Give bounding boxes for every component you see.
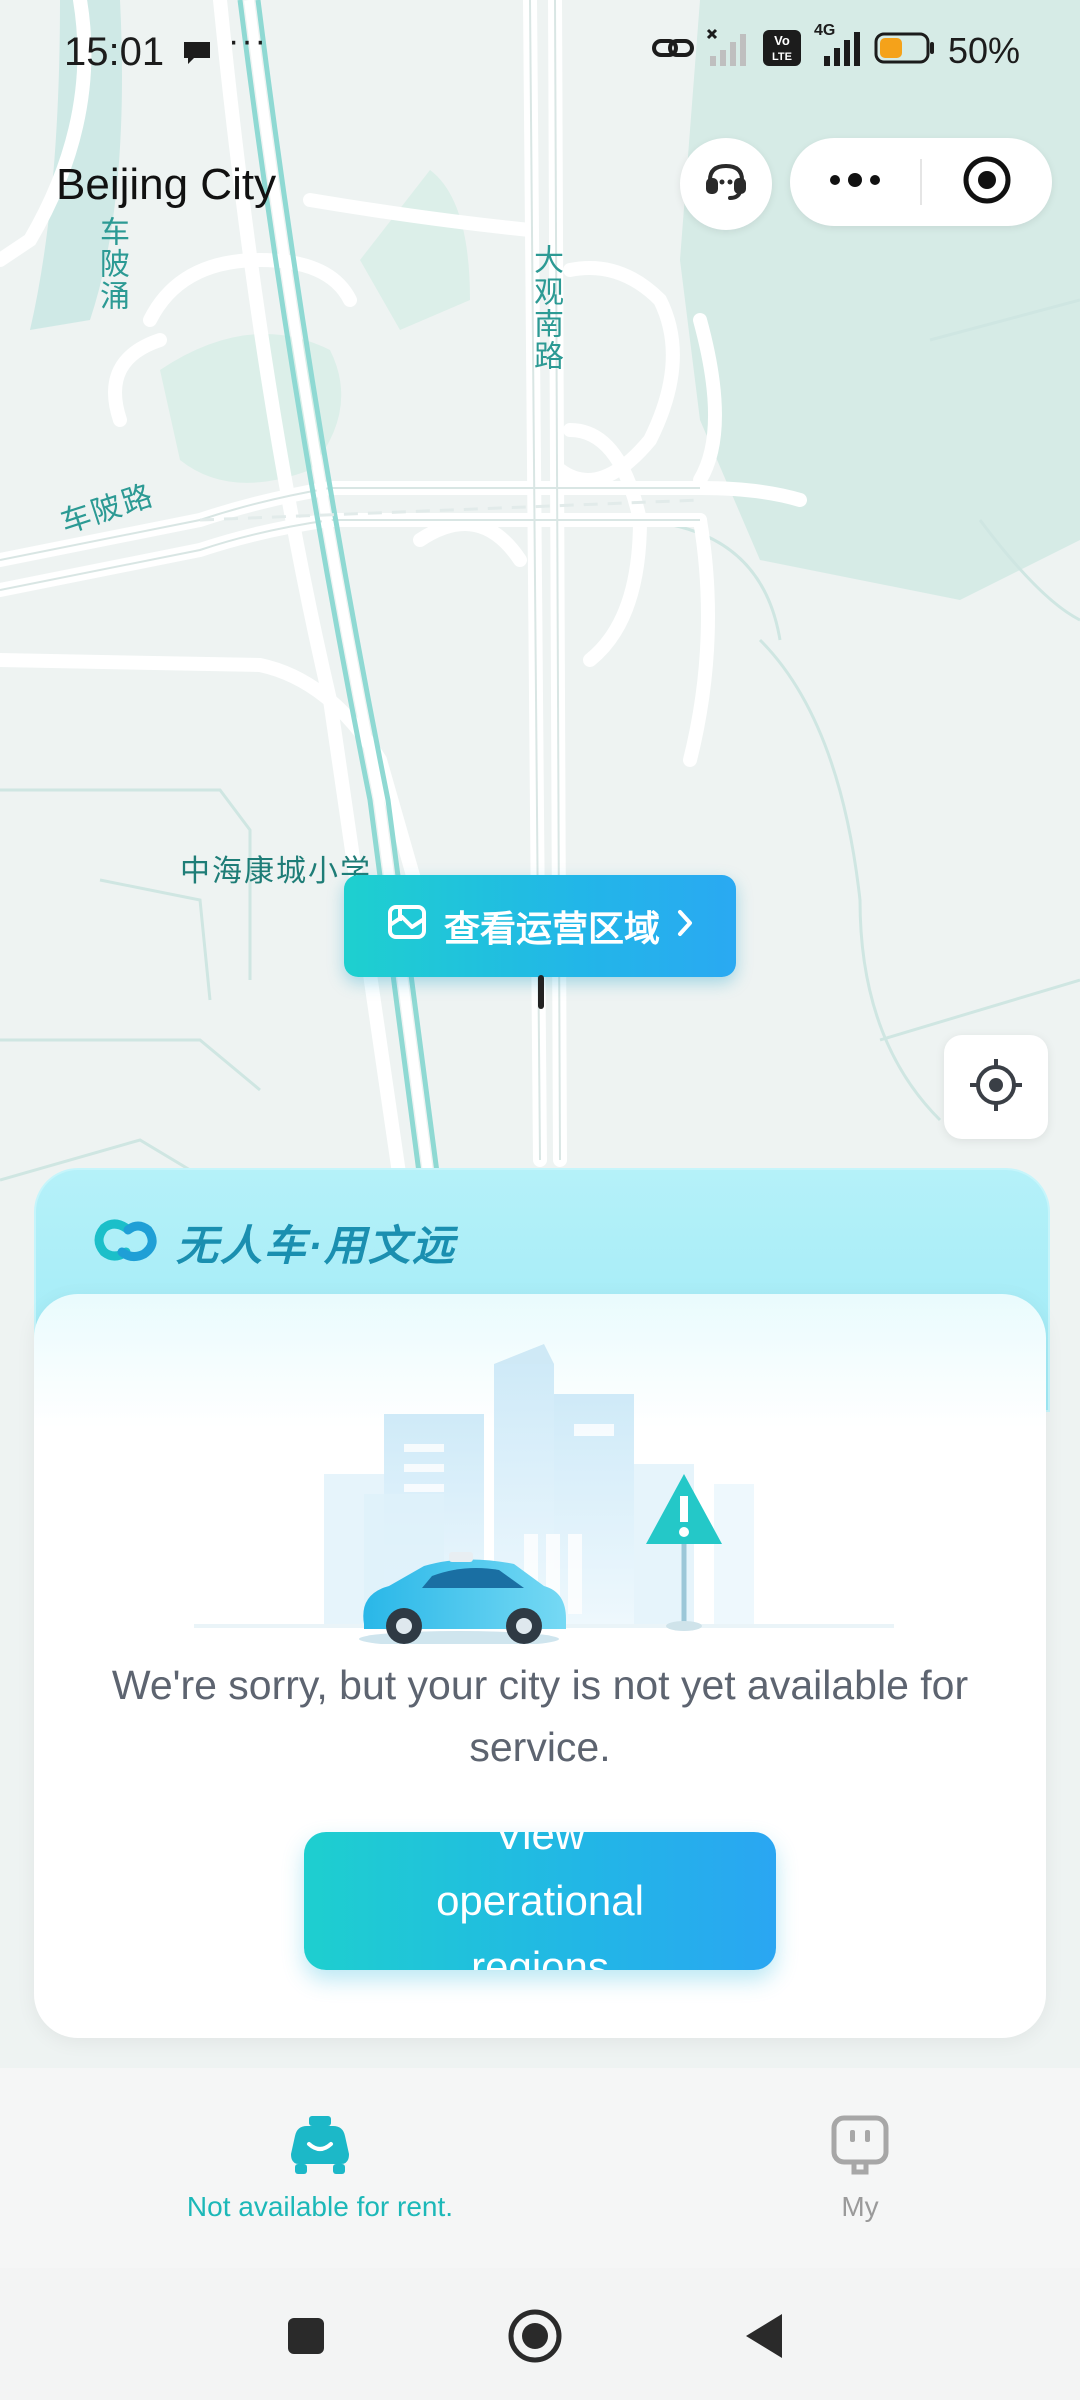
miniapp-capsule <box>790 138 1052 226</box>
battery-percent: 50% <box>947 29 1020 71</box>
map-label-chelingyong: 车陂涌 <box>95 216 128 312</box>
status-more-icon: ··· <box>228 22 268 60</box>
view-operational-regions-button[interactable]: View operational regions <box>304 1832 776 1970</box>
home-button[interactable] <box>495 2298 575 2378</box>
city-car-illustration <box>194 1324 894 1649</box>
profile-icon <box>830 2114 890 2181</box>
bottom-tab-bar: Not available for rent. My <box>0 2068 1080 2268</box>
map-area-icon <box>386 901 428 952</box>
view-operational-regions-label: View operational regions <box>436 1832 644 1970</box>
city-title[interactable]: Beijing City <box>56 160 276 210</box>
close-miniapp-button[interactable] <box>922 138 1052 226</box>
signal-x-icon <box>706 28 750 73</box>
view-operating-area-chip[interactable]: 查看运营区域 <box>344 875 736 977</box>
map-pin <box>538 975 544 1009</box>
system-nav-bar <box>0 2268 1080 2400</box>
service-unavailable-message: We're sorry, but your city is not yet av… <box>111 1662 969 1770</box>
svg-text:Vo: Vo <box>774 33 790 48</box>
more-dots-icon <box>827 172 883 192</box>
battery-icon <box>874 32 936 69</box>
weride-logo-icon <box>92 1216 166 1269</box>
headset-icon <box>702 158 750 211</box>
signal-icon: 4G <box>814 22 862 73</box>
recents-button[interactable] <box>266 2298 346 2378</box>
home-circle-icon <box>506 2307 564 2370</box>
tab-rent[interactable]: Not available for rent. <box>170 2068 470 2268</box>
target-circle-icon <box>961 154 1013 211</box>
more-button[interactable] <box>790 138 920 226</box>
locate-me-button[interactable] <box>944 1035 1048 1139</box>
chat-icon <box>180 38 214 73</box>
link-icon <box>651 33 694 68</box>
volte-icon: Vo LTE <box>762 29 802 72</box>
map-label-daguan-nanlu: 大观南路 <box>529 244 562 372</box>
map-label-school: 中海康城小学 <box>180 855 372 888</box>
status-bar: 15:01 ··· Vo LTE 4G 50% <box>0 0 1080 110</box>
svg-text:LTE: LTE <box>772 51 792 63</box>
network-type: 4G <box>813 22 836 39</box>
service-unavailable-card: We're sorry, but your city is not yet av… <box>34 1294 1046 2038</box>
recents-square-icon <box>286 2316 326 2361</box>
car-icon <box>287 2114 353 2181</box>
back-button[interactable] <box>724 2298 804 2378</box>
tab-my-label: My <box>841 2190 879 2222</box>
status-time: 15:01 <box>64 30 165 74</box>
brand-slogan: 无人车·用文远 <box>176 1222 456 1269</box>
back-triangle-icon <box>742 2312 786 2365</box>
area-chip-label: 查看运营区域 <box>443 908 660 949</box>
customer-support-button[interactable] <box>680 138 772 230</box>
tab-rent-label: Not available for rent. <box>186 2190 454 2222</box>
chevron-right-icon <box>676 905 694 947</box>
crosshair-icon <box>966 1055 1026 1120</box>
tab-my[interactable]: My <box>780 2068 940 2268</box>
